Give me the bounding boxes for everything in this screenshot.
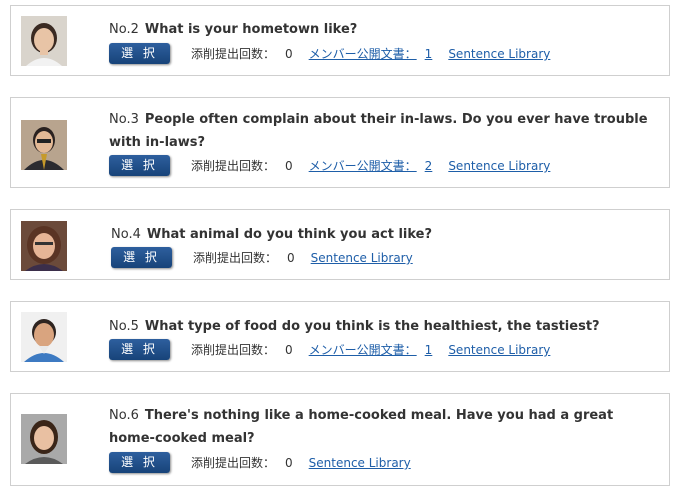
submission-count: 0: [285, 343, 293, 357]
question-card: No.5 What type of food do you think is th…: [10, 301, 670, 372]
avatar: [21, 16, 67, 66]
question-card: No.4 What animal do you think you act lik…: [10, 209, 670, 280]
question-line: No.5 What type of food do you think is th…: [109, 315, 661, 338]
public-docs-link[interactable]: メンバー公開文書： 1: [309, 343, 441, 357]
question-line: No.4 What animal do you think you act lik…: [111, 223, 661, 246]
question-number: No.2: [109, 22, 139, 37]
public-docs-count: 1: [424, 343, 433, 357]
sentence-library-link[interactable]: Sentence Library: [448, 343, 550, 357]
sentence-library-link[interactable]: Sentence Library: [448, 47, 550, 61]
avatar: [21, 312, 67, 362]
question-text: What type of food do you think is the he…: [144, 319, 600, 334]
question-number: No.6: [109, 408, 139, 423]
question-line: No.3 People often complain about their in…: [109, 108, 661, 154]
public-docs-link[interactable]: メンバー公開文書： 2: [309, 159, 441, 173]
submission-count: 0: [285, 456, 293, 470]
public-docs-label: メンバー公開文書：: [308, 47, 417, 61]
submission-label: 添削提出回数：: [191, 456, 276, 470]
public-docs-label: メンバー公開文書：: [308, 159, 417, 173]
meta: 添削提出回数： 0 メンバー公開文書： 1 Sentence Library: [191, 341, 550, 358]
select-button[interactable]: 選 択: [111, 247, 172, 268]
question-card: No.3 People often complain about their in…: [10, 97, 670, 188]
sentence-library-link[interactable]: Sentence Library: [311, 251, 413, 265]
submission-count: 0: [285, 47, 293, 61]
question-line: No.2 What is your hometown like?: [109, 18, 661, 41]
public-docs-count: 1: [424, 47, 433, 61]
meta: 添削提出回数： 0 メンバー公開文書： 1 Sentence Library: [191, 45, 550, 62]
meta: 添削提出回数： 0 Sentence Library: [193, 249, 413, 266]
public-docs-count: 2: [424, 159, 433, 173]
avatar: [21, 414, 67, 464]
public-docs-link[interactable]: メンバー公開文書： 1: [309, 47, 441, 61]
submission-label: 添削提出回数：: [191, 343, 276, 357]
select-button[interactable]: 選 択: [109, 339, 170, 360]
avatar: [21, 120, 67, 170]
question-text: What is your hometown like?: [144, 22, 358, 37]
question-number: No.5: [109, 319, 139, 334]
question-text: There's nothing like a home-cooked meal.…: [109, 408, 614, 446]
submission-label: 添削提出回数：: [193, 251, 278, 265]
question-card: No.2 What is your hometown like? 選 択 添削提出…: [10, 5, 670, 76]
select-button[interactable]: 選 択: [109, 452, 170, 473]
question-text: What animal do you think you act like?: [146, 227, 433, 242]
avatar: [21, 221, 67, 271]
submission-count: 0: [287, 251, 295, 265]
sentence-library-link[interactable]: Sentence Library: [309, 456, 411, 470]
public-docs-label: メンバー公開文書：: [308, 343, 417, 357]
question-number: No.4: [111, 227, 141, 242]
question-card: No.6 There's nothing like a home-cooked m…: [10, 393, 670, 486]
question-line: No.6 There's nothing like a home-cooked m…: [109, 404, 661, 450]
question-text: People often complain about their in-law…: [109, 112, 648, 150]
select-button[interactable]: 選 択: [109, 155, 170, 176]
submission-label: 添削提出回数：: [191, 47, 276, 61]
submission-count: 0: [285, 159, 293, 173]
select-button[interactable]: 選 択: [109, 43, 170, 64]
meta: 添削提出回数： 0 メンバー公開文書： 2 Sentence Library: [191, 157, 550, 174]
sentence-library-link[interactable]: Sentence Library: [448, 159, 550, 173]
question-number: No.3: [109, 112, 139, 127]
submission-label: 添削提出回数：: [191, 159, 276, 173]
meta: 添削提出回数： 0 Sentence Library: [191, 454, 411, 471]
